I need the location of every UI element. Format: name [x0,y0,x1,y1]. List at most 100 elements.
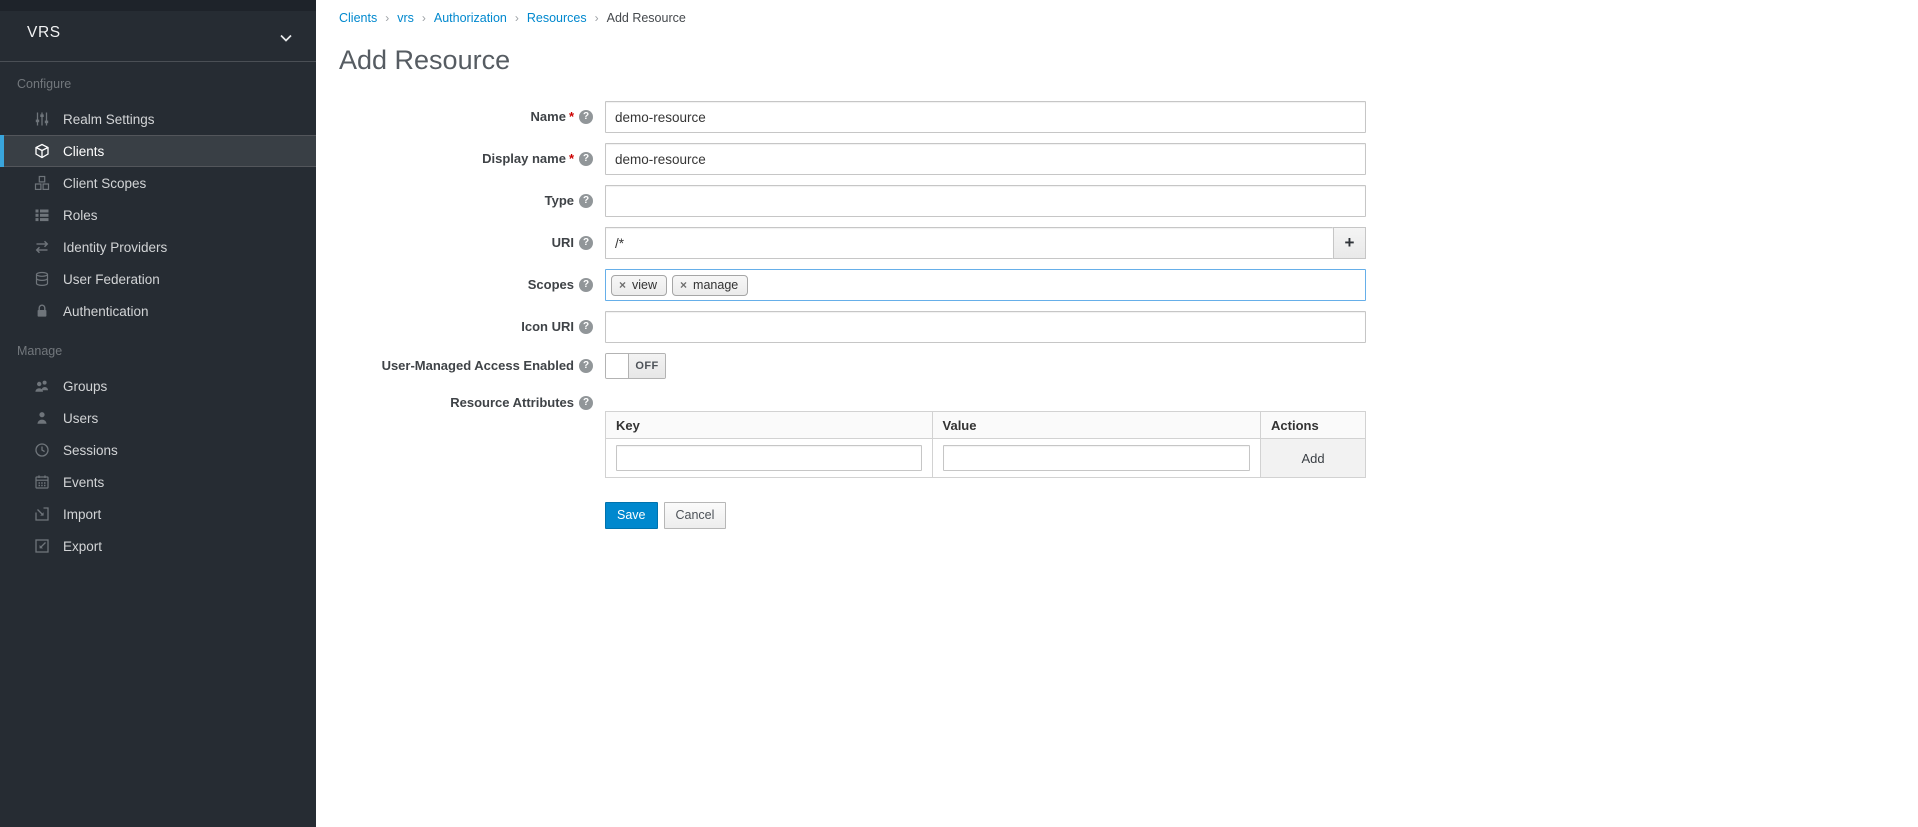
sidebar-item-sessions[interactable]: Sessions [0,434,316,466]
sidebar-item-identity-providers[interactable]: Identity Providers [0,231,316,263]
add-attribute-button[interactable]: Add [1291,447,1334,470]
sidebar-item-client-scopes[interactable]: Client Scopes [0,167,316,199]
display-name-input[interactable] [605,143,1366,175]
display-name-label: Display name [482,151,566,167]
add-uri-button[interactable]: + [1333,227,1366,259]
breadcrumb-resources[interactable]: Resources [527,11,587,25]
help-icon[interactable]: ? [579,278,593,292]
sidebar-item-label: Client Scopes [63,176,146,191]
form-row-uri: URI ? + [316,227,1918,259]
roles-icon [34,207,50,223]
sidebar-item-groups[interactable]: Groups [0,370,316,402]
form-row-scopes: Scopes ? × view × manage [316,269,1918,301]
sidebar-item-user-federation[interactable]: User Federation [0,263,316,295]
name-label: Name [531,109,566,125]
client-scopes-icon [34,175,50,191]
attributes-label-group: Resource Attributes ? [316,395,593,411]
user-federation-icon [34,271,50,287]
sidebar-item-label: Groups [63,379,107,394]
uma-label-group: User-Managed Access Enabled ? [316,358,593,374]
main-content: Clients › vrs › Authorization › Resource… [316,0,1918,827]
sessions-icon [34,442,50,458]
scope-tag: × view [611,275,667,296]
sidebar-item-roles[interactable]: Roles [0,199,316,231]
remove-tag-icon[interactable]: × [680,279,687,291]
remove-tag-icon[interactable]: × [619,279,626,291]
attributes-label: Resource Attributes [450,395,574,411]
sidebar-item-clients[interactable]: Clients [0,135,316,167]
save-button[interactable]: Save [605,502,658,529]
clients-icon [34,143,50,159]
authentication-icon [34,303,50,319]
icon-uri-label-group: Icon URI ? [316,319,593,335]
sidebar-item-label: Sessions [63,443,118,458]
sidebar-item-users[interactable]: Users [0,402,316,434]
sidebar-item-events[interactable]: Events [0,466,316,498]
form-row-uma: User-Managed Access Enabled ? OFF [316,353,1918,379]
form-row-name: Name * ? [316,101,1918,133]
attribute-key-input[interactable] [616,445,922,471]
type-label-group: Type ? [316,193,593,209]
breadcrumb-separator-icon: › [385,11,389,25]
uma-label: User-Managed Access Enabled [382,358,574,374]
sidebar-item-label: Export [63,539,102,554]
breadcrumb: Clients › vrs › Authorization › Resource… [316,0,1918,25]
cancel-button[interactable]: Cancel [664,502,727,529]
attributes-actions-header: Actions [1261,412,1366,439]
breadcrumb-authorization[interactable]: Authorization [434,11,507,25]
users-icon [34,410,50,426]
help-icon[interactable]: ? [579,110,593,124]
icon-uri-input[interactable] [605,311,1366,343]
realm-name: VRS [27,24,61,42]
toggle-state-label: OFF [629,354,665,378]
toggle-handle [606,354,629,378]
sidebar-item-label: Realm Settings [63,112,155,127]
realm-settings-icon [34,111,50,127]
attribute-value-input[interactable] [943,445,1251,471]
sidebar-item-label: Identity Providers [63,240,167,255]
uri-label-group: URI ? [316,235,593,251]
add-resource-form: Name * ? Display name * ? Type ? [316,101,1918,529]
sidebar-item-label: Events [63,475,104,490]
scope-tag: × manage [672,275,748,296]
uri-input[interactable] [605,227,1333,259]
name-input[interactable] [605,101,1366,133]
breadcrumb-separator-icon: › [422,11,426,25]
sidebar-item-authentication[interactable]: Authentication [0,295,316,327]
breadcrumb-clients[interactable]: Clients [339,11,377,25]
help-icon[interactable]: ? [579,359,593,373]
sidebar-item-export[interactable]: Export [0,530,316,562]
events-icon [34,474,50,490]
breadcrumb-current: Add Resource [607,11,686,25]
type-input[interactable] [605,185,1366,217]
identity-providers-icon [34,239,50,255]
help-icon[interactable]: ? [579,396,593,410]
help-icon[interactable]: ? [579,194,593,208]
sidebar: VRS Configure Realm Settings Clients Cli… [0,0,316,827]
resource-attributes-table: Key Value Actions Add [605,411,1366,478]
breadcrumb-separator-icon: › [595,11,599,25]
type-label: Type [545,193,574,209]
groups-icon [34,378,50,394]
breadcrumb-vrs[interactable]: vrs [397,11,414,25]
form-actions: Save Cancel [605,502,1918,529]
sidebar-item-label: User Federation [63,272,160,287]
form-row-icon-uri: Icon URI ? [316,311,1918,343]
realm-selector[interactable]: VRS [0,0,316,62]
icon-uri-label: Icon URI [521,319,574,335]
plus-icon: + [1345,233,1355,253]
sidebar-item-realm-settings[interactable]: Realm Settings [0,103,316,135]
uma-toggle[interactable]: OFF [605,353,666,379]
scopes-multiselect[interactable]: × view × manage [605,269,1366,301]
scope-tag-label: manage [693,278,738,292]
sidebar-item-label: Roles [63,208,98,223]
sidebar-item-label: Clients [63,144,104,159]
import-icon [34,506,50,522]
help-icon[interactable]: ? [579,152,593,166]
help-icon[interactable]: ? [579,236,593,250]
sidebar-item-import[interactable]: Import [0,498,316,530]
sidebar-item-label: Import [63,507,101,522]
help-icon[interactable]: ? [579,320,593,334]
form-row-attributes: Resource Attributes ? Key Value Actions [316,395,1918,478]
nav-section-configure: Configure [0,62,316,103]
